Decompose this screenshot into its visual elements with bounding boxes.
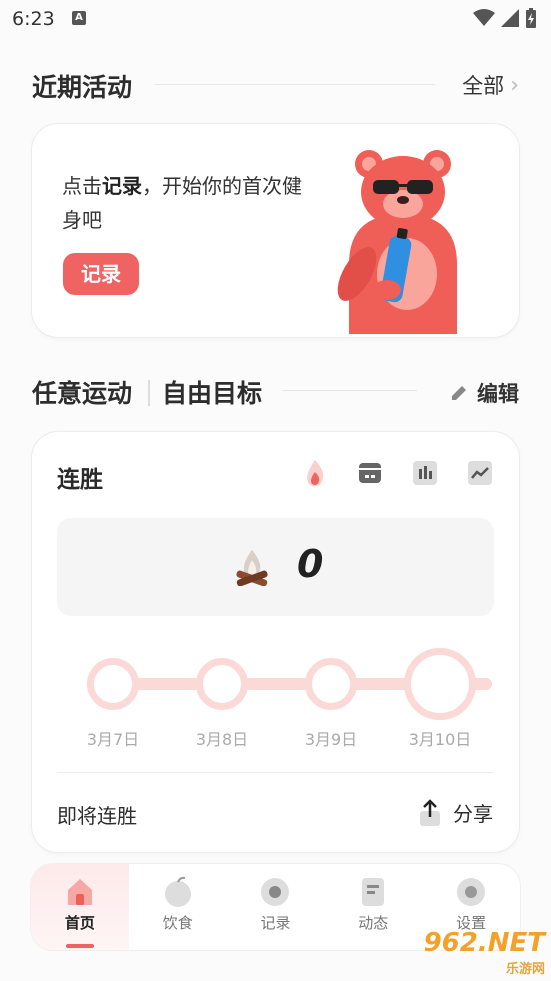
nav-item-home[interactable]: 首页 <box>31 864 129 950</box>
status-indicators <box>473 8 537 28</box>
record-icon <box>261 878 290 906</box>
timeline-node <box>305 658 357 710</box>
date-label: 3月8日 <box>195 730 249 749</box>
date-label: 3月10日 <box>408 730 472 749</box>
all-link[interactable]: 全部 › <box>462 70 519 100</box>
timeline-node <box>196 658 248 710</box>
status-bar: 6:23 A <box>0 0 551 40</box>
watermark-logo: 962.NET 乐游网 <box>423 928 545 977</box>
battery-icon <box>526 8 536 28</box>
edit-button[interactable]: 编辑 <box>449 378 519 408</box>
view-switcher <box>302 460 493 486</box>
gear-icon <box>457 878 486 906</box>
apple-icon <box>164 876 191 907</box>
share-icon <box>420 798 440 826</box>
nav-label: 饮食 <box>162 914 193 932</box>
calendar-view-icon[interactable] <box>357 460 383 486</box>
tab-any-exercise[interactable]: 任意运动 <box>32 374 132 410</box>
nav-item-feed[interactable]: 动态 <box>324 864 422 950</box>
signal-icon <box>501 9 519 27</box>
share-button[interactable]: 分享 <box>419 798 493 827</box>
share-label: 分享 <box>453 802 493 826</box>
card-divider <box>57 772 494 773</box>
tab-separator <box>148 380 150 406</box>
nav-label: 首页 <box>64 914 95 932</box>
wifi-icon <box>473 9 495 26</box>
streak-count: 0 <box>297 542 324 586</box>
prompt-highlight: 记录 <box>102 174 142 198</box>
streak-card: 连胜 0 3月7日 3月8日 3月9日 3月10日 即将连胜 分享 <box>32 432 519 852</box>
upcoming-streak-label: 即将连胜 <box>57 804 137 828</box>
streak-title: 连胜 <box>57 467 103 493</box>
date-label: 3月7日 <box>86 730 140 749</box>
tab-free-goal[interactable]: 自由目标 <box>162 374 262 410</box>
nav-label: 动态 <box>358 914 389 932</box>
nav-item-record[interactable]: 记录 <box>227 864 325 950</box>
campfire-icon <box>236 550 268 586</box>
status-time: 6:23 <box>12 8 55 30</box>
header-divider <box>155 84 435 85</box>
header-divider-2 <box>282 390 417 391</box>
bar-chart-view-icon[interactable] <box>412 460 438 486</box>
streak-stat-box: 0 <box>57 518 494 616</box>
all-link-label: 全部 <box>462 74 505 98</box>
recent-activity-card: 点击记录，开始你的首次健身吧 记录 <box>32 124 519 337</box>
recent-activity-title: 近期活动 <box>32 73 133 102</box>
timeline-node-current <box>404 648 476 720</box>
nav-label: 记录 <box>260 914 291 932</box>
edit-label: 编辑 <box>477 382 519 406</box>
nav-item-diet[interactable]: 饮食 <box>129 864 227 950</box>
home-icon <box>67 879 92 905</box>
date-label: 3月9日 <box>304 730 358 749</box>
record-button[interactable]: 记录 <box>63 253 139 295</box>
timeline-node <box>87 658 139 710</box>
feed-icon <box>362 878 385 906</box>
empty-state-prompt: 点击记录，开始你的首次健身吧 <box>62 174 302 232</box>
notification-icon: A <box>72 11 86 25</box>
bear-mascot-icon <box>337 150 457 334</box>
line-chart-view-icon[interactable] <box>467 460 493 486</box>
flame-view-icon[interactable] <box>302 460 328 486</box>
streak-timeline: 3月7日 3月8日 3月9日 3月10日 <box>57 642 494 762</box>
chevron-right-icon: › <box>510 72 519 98</box>
active-indicator <box>65 944 94 948</box>
pencil-icon <box>452 386 466 400</box>
